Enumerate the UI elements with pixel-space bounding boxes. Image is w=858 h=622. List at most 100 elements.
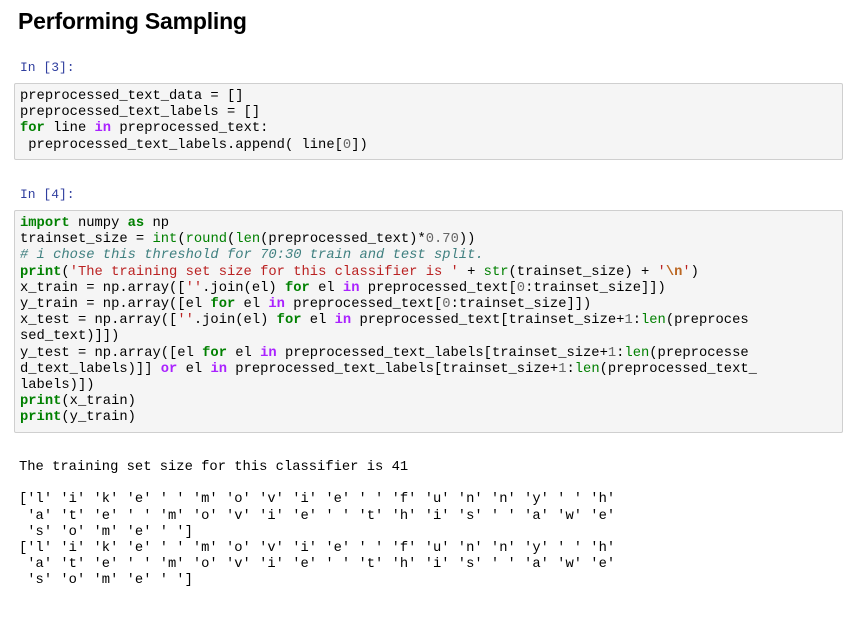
code-line: preprocessed_text_labels = [] xyxy=(20,105,260,120)
code-token: el xyxy=(235,297,269,313)
code-line: labels)]) xyxy=(20,378,95,393)
code-token: for xyxy=(20,121,45,137)
code-token: preprocessed_text[trainset_size+ xyxy=(351,313,625,329)
code-token: 1 xyxy=(607,345,617,361)
code-token: ' xyxy=(657,264,666,280)
code-token: labels)]) xyxy=(20,378,95,394)
code-token: import xyxy=(20,216,70,231)
code-line: print('The training set size for this cl… xyxy=(20,265,699,280)
code-token: el xyxy=(309,280,343,296)
code-token: el xyxy=(177,361,211,377)
code-token: d_text_labels)]] xyxy=(20,361,161,377)
code-token: ' xyxy=(682,264,691,280)
code-editor[interactable]: import numpy as np trainset_size = int(r… xyxy=(20,216,837,427)
code-token: preprocessed_text: xyxy=(111,121,269,137)
code-token: el xyxy=(301,313,335,329)
code-token: (preprocesse xyxy=(649,345,749,361)
code-token: for xyxy=(210,297,236,313)
code-token: 0 xyxy=(516,280,526,296)
code-token: or xyxy=(160,361,178,377)
code-token: (preproces xyxy=(665,313,749,329)
code-token: .join(el) xyxy=(193,313,277,329)
code-token: preprocessed_text_labels = [] xyxy=(20,105,261,121)
code-token: (preprocessed_text) xyxy=(260,232,418,248)
code-token: preprocessed_text_labels.append( line[ xyxy=(20,137,343,153)
output-line: ['l' 'i' 'k' 'e' ' ' 'm' 'o' 'v' 'i' 'e'… xyxy=(19,541,616,557)
output-line: 'a' 't' 'e' ' ' 'm' 'o' 'v' 'i' 'e' ' ' … xyxy=(19,508,616,524)
code-line: for line in preprocessed_text: xyxy=(20,121,268,136)
cell-output: The training set size for this classifie… xyxy=(19,460,615,590)
code-token: el xyxy=(227,345,261,361)
code-token: \n xyxy=(665,264,683,280)
output-line: ['l' 'i' 'k' 'e' ' ' 'm' 'o' 'v' 'i' 'e'… xyxy=(19,492,616,508)
code-token: 0 xyxy=(442,297,451,313)
code-token: (y_train) xyxy=(61,410,136,426)
code-token: ]) xyxy=(351,137,368,153)
output-line: 's' 'o' 'm' 'e' ' '] xyxy=(19,524,193,540)
code-token: len xyxy=(235,232,261,248)
code-line: import numpy as np xyxy=(20,216,169,231)
code-cell[interactable]: import numpy as np trainset_size = int(r… xyxy=(14,210,843,433)
code-token: in xyxy=(94,121,112,137)
code-token: (preprocessed_text_ xyxy=(599,361,757,377)
code-token: int xyxy=(152,232,178,248)
code-token: print xyxy=(20,264,62,280)
code-token: preprocessed_text[ xyxy=(284,297,443,313)
code-token: for xyxy=(202,345,227,361)
code-token: )) xyxy=(458,232,476,248)
code-token: for xyxy=(276,313,302,329)
code-token: ( xyxy=(177,232,186,248)
code-token: as xyxy=(127,216,145,231)
output-line: 'a' 't' 'e' ' ' 'm' 'o' 'v' 'i' 'e' ' ' … xyxy=(19,557,616,573)
code-token: len xyxy=(624,345,650,361)
code-token: for xyxy=(284,280,310,296)
code-token: print xyxy=(20,394,62,410)
code-token: (trainset_size) + xyxy=(508,264,658,280)
output-line: 's' 'o' 'm' 'e' ' '] xyxy=(19,573,193,589)
code-token: :trainset_size]]) xyxy=(450,297,592,313)
code-token: y_test = np.array([el xyxy=(20,345,203,361)
code-token: preprocessed_text[ xyxy=(359,280,517,296)
code-token: preprocessed_text_data = [] xyxy=(20,89,244,104)
code-token: print xyxy=(20,410,62,426)
cell-prompt: In [3]: xyxy=(20,60,75,75)
code-token: ( xyxy=(61,264,70,280)
code-token: line xyxy=(44,121,95,137)
code-token: np xyxy=(144,216,170,231)
code-token: # i chose this threshold for 70:30 train… xyxy=(20,248,484,264)
code-token: in xyxy=(268,297,285,313)
code-token: x_test = np.array([ xyxy=(20,313,178,329)
code-token: len xyxy=(641,313,666,329)
code-token: + xyxy=(458,264,484,280)
code-token: preprocessed_text_labels[trainset_size+ xyxy=(227,361,559,377)
code-line: print(x_train) xyxy=(20,394,136,409)
section-heading: Performing Sampling xyxy=(18,8,247,34)
output-line: The training set size for this classifie… xyxy=(19,460,409,475)
code-line: x_test = np.array([''.join(el) for el in… xyxy=(20,313,749,328)
code-token: numpy xyxy=(69,216,128,231)
code-token: '' xyxy=(185,280,203,296)
cell-prompt: In [4]: xyxy=(20,187,75,202)
code-line: # i chose this threshold for 70:30 train… xyxy=(20,248,484,263)
code-token: in xyxy=(334,313,352,329)
code-token: trainset_size = xyxy=(20,232,153,248)
code-line: sed_text)]]) xyxy=(20,329,119,344)
code-token: (x_train) xyxy=(61,394,136,410)
code-token: ) xyxy=(690,264,699,280)
code-line: y_train = np.array([el for el in preproc… xyxy=(20,297,591,312)
code-line: trainset_size = int(round(len(preprocess… xyxy=(20,232,475,247)
code-token: sed_text)]]) xyxy=(20,329,120,345)
code-token: 0.70 xyxy=(425,232,459,248)
code-token: in xyxy=(342,280,360,296)
code-token: x_train = np.array([ xyxy=(20,280,186,296)
code-token: 'The training set size for this classifi… xyxy=(69,264,459,280)
code-token: y_train = np.array([el xyxy=(20,297,211,313)
code-token: round xyxy=(185,232,228,248)
code-token: :trainset_size]]) xyxy=(525,280,666,296)
code-token: len xyxy=(574,361,600,377)
code-token: 0 xyxy=(342,137,352,153)
code-cell[interactable]: preprocessed_text_data = [] preprocessed… xyxy=(14,83,843,160)
code-line: preprocessed_text_data = [] xyxy=(20,89,244,104)
code-line: x_train = np.array([''.join(el) for el i… xyxy=(20,281,666,296)
code-editor[interactable]: preprocessed_text_data = [] preprocessed… xyxy=(20,89,837,154)
